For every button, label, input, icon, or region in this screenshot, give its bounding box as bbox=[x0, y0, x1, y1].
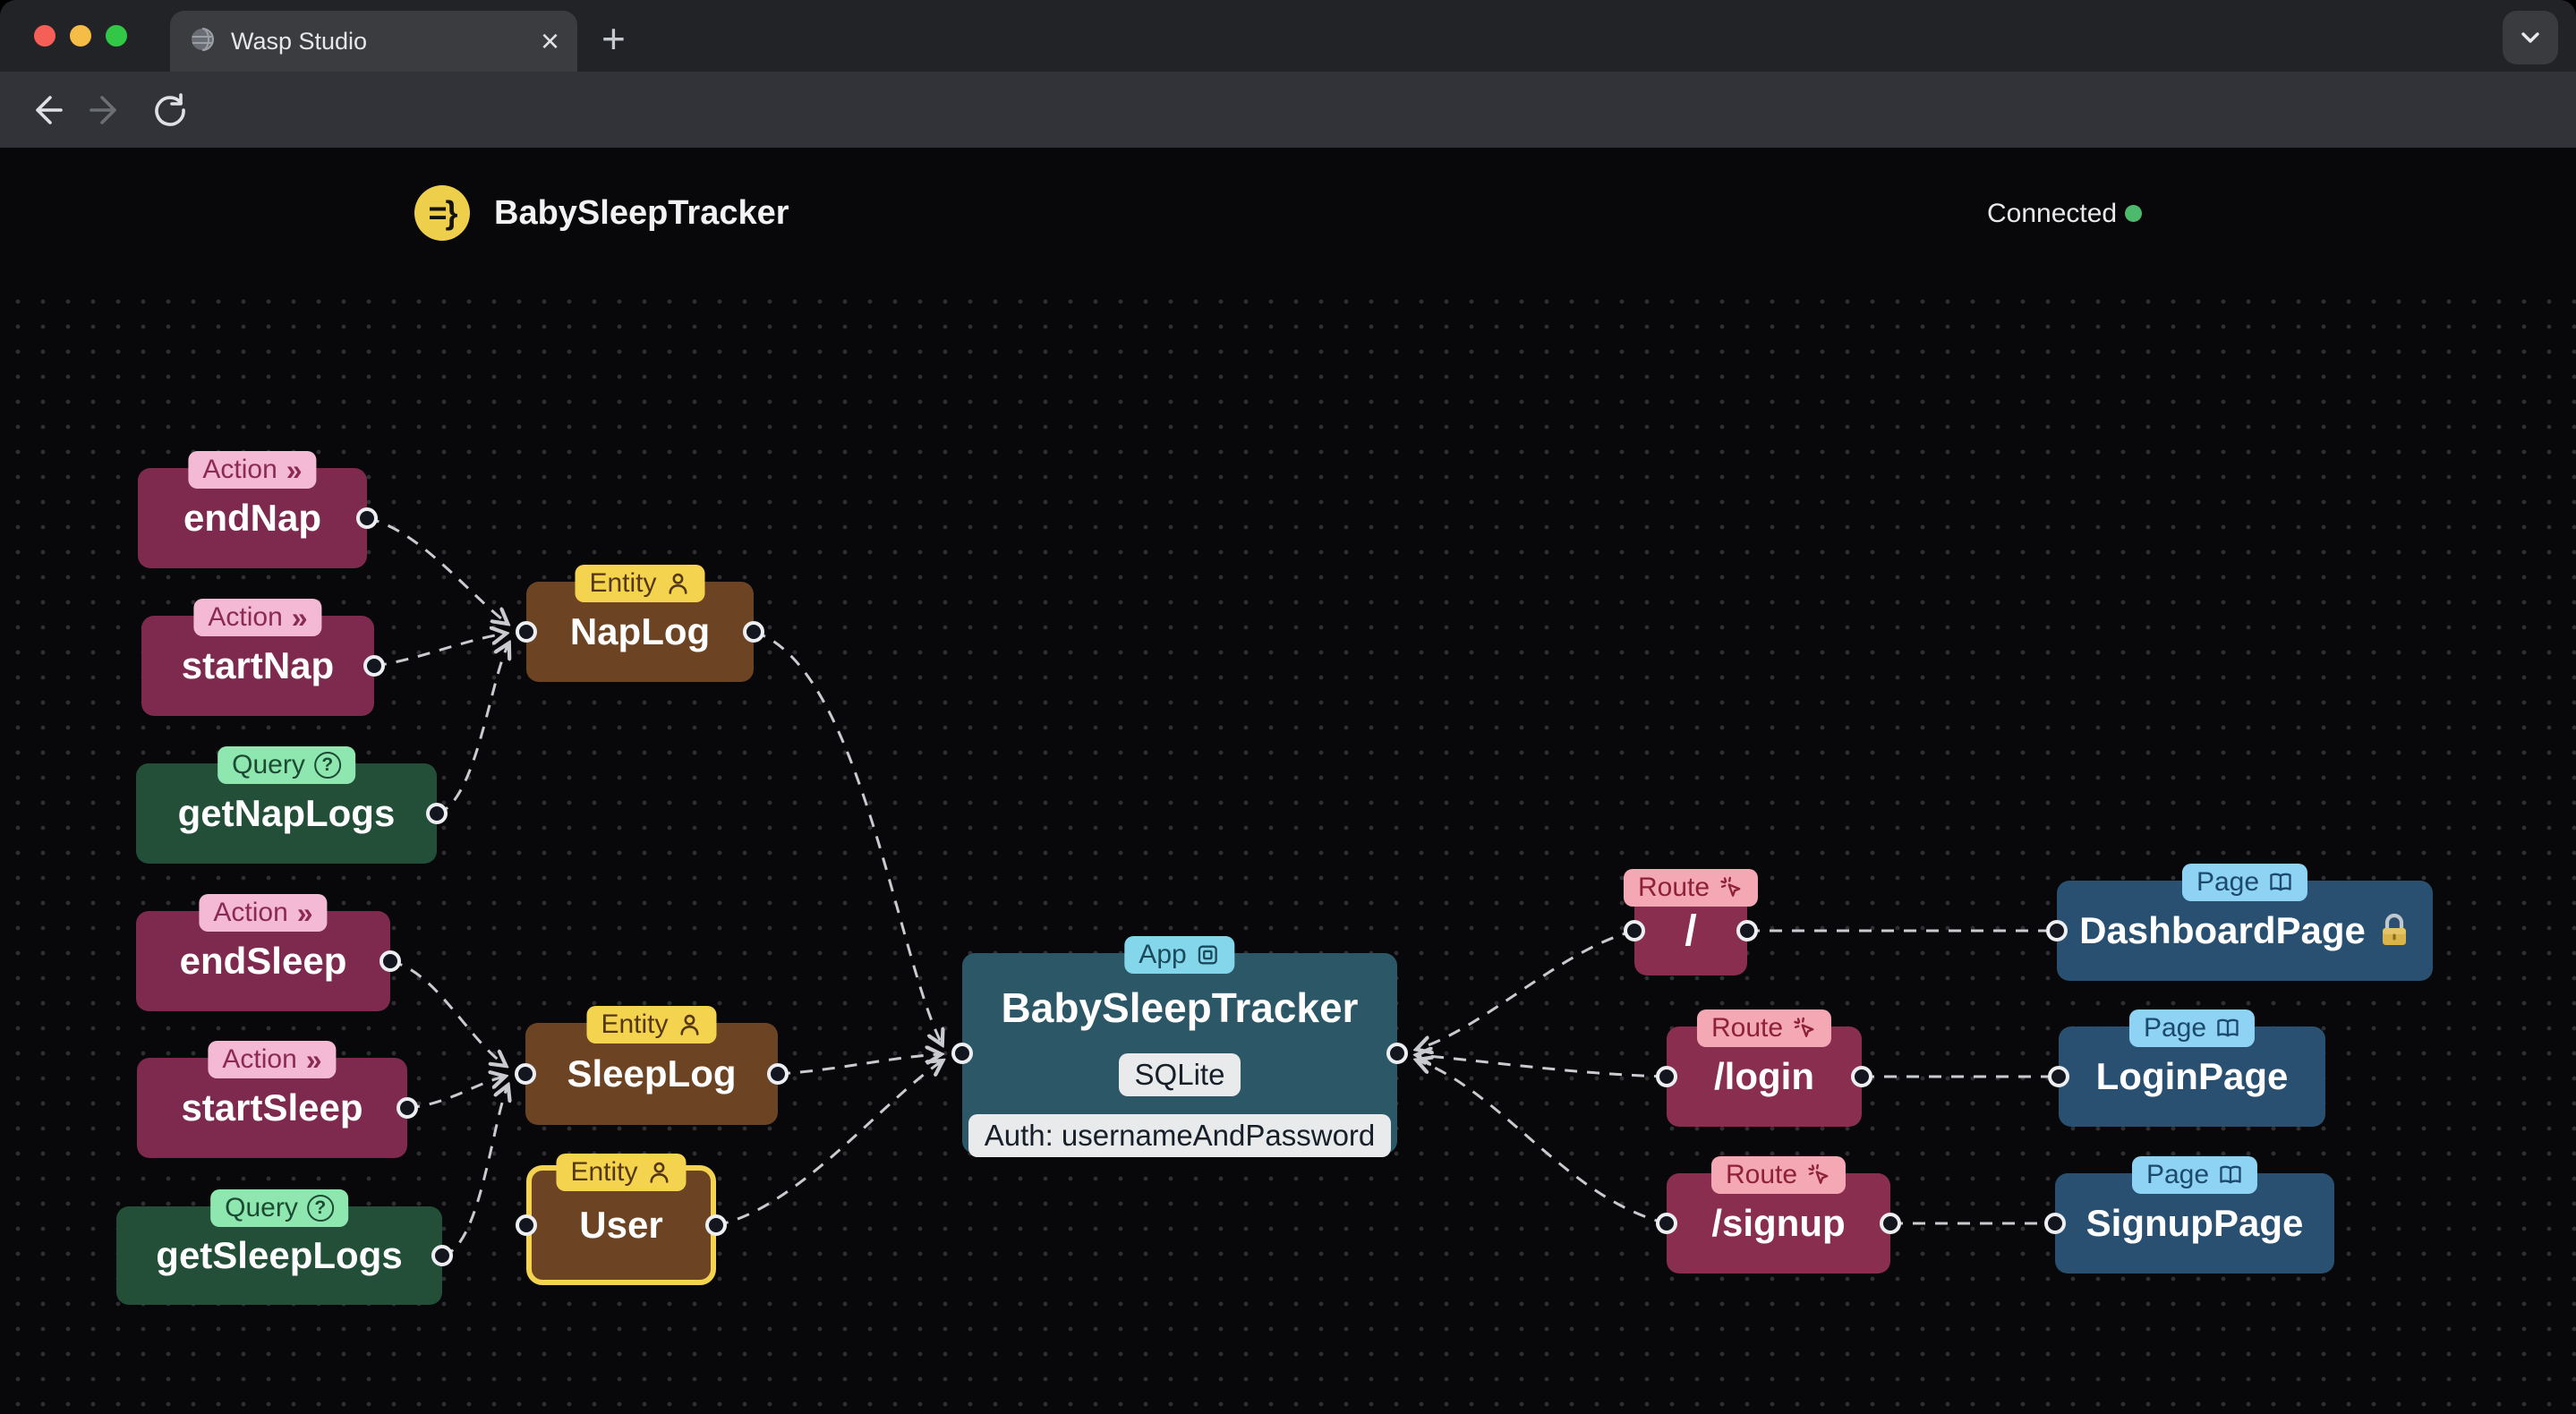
node-page-signuppage[interactable]: Page SignupPage bbox=[2055, 1156, 2334, 1273]
node-label: /signup bbox=[1711, 1202, 1846, 1244]
node-route-signup[interactable]: Route /signup bbox=[1667, 1156, 1890, 1273]
question-circle-icon: ? bbox=[313, 752, 341, 779]
badge-entity: Entity bbox=[575, 565, 705, 602]
node-label: endSleep bbox=[179, 940, 347, 982]
node-label: / bbox=[1685, 907, 1697, 955]
node-label: getNapLogs bbox=[177, 792, 396, 834]
node-route-login[interactable]: Route /login bbox=[1667, 1009, 1862, 1127]
back-button[interactable] bbox=[23, 72, 66, 148]
action-chevrons-icon: » bbox=[286, 454, 303, 486]
book-open-icon bbox=[2220, 1165, 2241, 1184]
connection-status-dot bbox=[2125, 205, 2142, 222]
tab-search-chevron-button[interactable] bbox=[2503, 11, 2558, 64]
badge-query: Query? bbox=[218, 746, 355, 784]
cursor-click-icon bbox=[1808, 1163, 1829, 1184]
book-open-icon bbox=[2270, 873, 2291, 891]
node-label: LoginPage bbox=[2095, 1055, 2289, 1097]
person-icon bbox=[669, 573, 687, 594]
app-database-pill: SQLite bbox=[1118, 1053, 1241, 1096]
node-action-startnap[interactable]: Action» startNap bbox=[141, 599, 374, 716]
tab-strip: Wasp Studio × + bbox=[0, 0, 2576, 72]
page-title: BabySleepTracker bbox=[494, 194, 789, 232]
badge-query: Query? bbox=[210, 1189, 348, 1227]
node-label: startSleep bbox=[181, 1086, 363, 1129]
node-label: SleepLog bbox=[567, 1052, 737, 1095]
cursor-click-icon bbox=[1720, 876, 1741, 897]
node-label: SignupPage bbox=[2086, 1202, 2304, 1244]
node-label: NapLog bbox=[569, 610, 711, 652]
node-action-endnap[interactable]: Action» endNap bbox=[138, 451, 367, 568]
badge-action: Action» bbox=[193, 599, 322, 636]
book-open-icon bbox=[2217, 1018, 2239, 1037]
chip-icon bbox=[1198, 945, 1218, 965]
forward-button[interactable] bbox=[86, 72, 129, 148]
node-label: /login bbox=[1714, 1055, 1814, 1097]
action-chevrons-icon: » bbox=[305, 1043, 322, 1076]
app-auth-pill: Auth: usernameAndPassword bbox=[968, 1114, 1392, 1157]
cursor-click-icon bbox=[1794, 1017, 1814, 1037]
badge-page: Page bbox=[2181, 864, 2308, 901]
node-label: User bbox=[579, 1204, 663, 1246]
badge-entity: Entity bbox=[586, 1006, 717, 1043]
badge-action: Action» bbox=[199, 894, 328, 932]
tab-favicon-globe-icon bbox=[188, 25, 217, 58]
badge-action: Action» bbox=[188, 451, 317, 489]
tab-close-icon[interactable]: × bbox=[541, 25, 559, 57]
node-page-loginpage[interactable]: Page LoginPage bbox=[2059, 1009, 2325, 1127]
node-label: DashboardPage bbox=[2079, 909, 2410, 952]
node-query-getsleeplogs[interactable]: Query? getSleepLogs bbox=[116, 1189, 442, 1305]
badge-route: Route bbox=[1710, 1156, 1847, 1194]
node-action-startsleep[interactable]: Action» startSleep bbox=[137, 1041, 407, 1158]
window-zoom-button[interactable] bbox=[106, 25, 127, 47]
person-icon bbox=[650, 1162, 669, 1183]
person-icon bbox=[680, 1014, 699, 1035]
wasp-logo: =} bbox=[414, 185, 470, 241]
window-minimize-button[interactable] bbox=[70, 25, 91, 47]
node-label: getSleepLogs bbox=[156, 1234, 403, 1276]
connection-status: Connected bbox=[1987, 199, 2118, 228]
tab-wasp-studio[interactable]: Wasp Studio × bbox=[170, 11, 577, 72]
badge-action: Action» bbox=[208, 1041, 337, 1078]
node-entity-user[interactable]: Entity User bbox=[526, 1154, 716, 1285]
browser-window: Wasp Studio × + localhost:4000 ☆ bbox=[0, 0, 2576, 1414]
browser-toolbar: localhost:4000 ☆ Incognito Relaunch to u… bbox=[0, 72, 2576, 210]
badge-app: App bbox=[1124, 936, 1235, 974]
node-label: startNap bbox=[181, 644, 335, 686]
reload-button[interactable] bbox=[149, 72, 192, 148]
node-page-dashboardpage[interactable]: Page DashboardPage bbox=[2057, 864, 2433, 981]
action-chevrons-icon: » bbox=[291, 601, 308, 634]
node-route-root[interactable]: Route / bbox=[1623, 869, 1759, 975]
badge-route: Route bbox=[1623, 869, 1759, 907]
node-label: endNap bbox=[183, 497, 321, 539]
node-query-getnaplogs[interactable]: Query? getNapLogs bbox=[136, 746, 437, 864]
new-tab-button[interactable]: + bbox=[601, 14, 626, 63]
badge-page: Page bbox=[2131, 1156, 2258, 1194]
badge-route: Route bbox=[1696, 1009, 1832, 1047]
tab-title: Wasp Studio bbox=[231, 27, 368, 55]
window-close-button[interactable] bbox=[34, 25, 55, 47]
app-name: BabySleepTracker bbox=[1001, 984, 1359, 1031]
node-app-babysleeptracker[interactable]: App BabySleepTracker SQLite Auth: userna… bbox=[962, 936, 1397, 1157]
badge-page: Page bbox=[2128, 1009, 2256, 1047]
question-circle-icon: ? bbox=[306, 1195, 334, 1222]
node-entity-sleeplog[interactable]: Entity SleepLog bbox=[525, 1006, 778, 1125]
badge-entity: Entity bbox=[556, 1154, 687, 1191]
node-action-endsleep[interactable]: Action» endSleep bbox=[136, 894, 390, 1011]
action-chevrons-icon: » bbox=[296, 897, 313, 929]
lock-icon bbox=[2382, 913, 2406, 945]
node-entity-naplog[interactable]: Entity NapLog bbox=[526, 565, 754, 682]
